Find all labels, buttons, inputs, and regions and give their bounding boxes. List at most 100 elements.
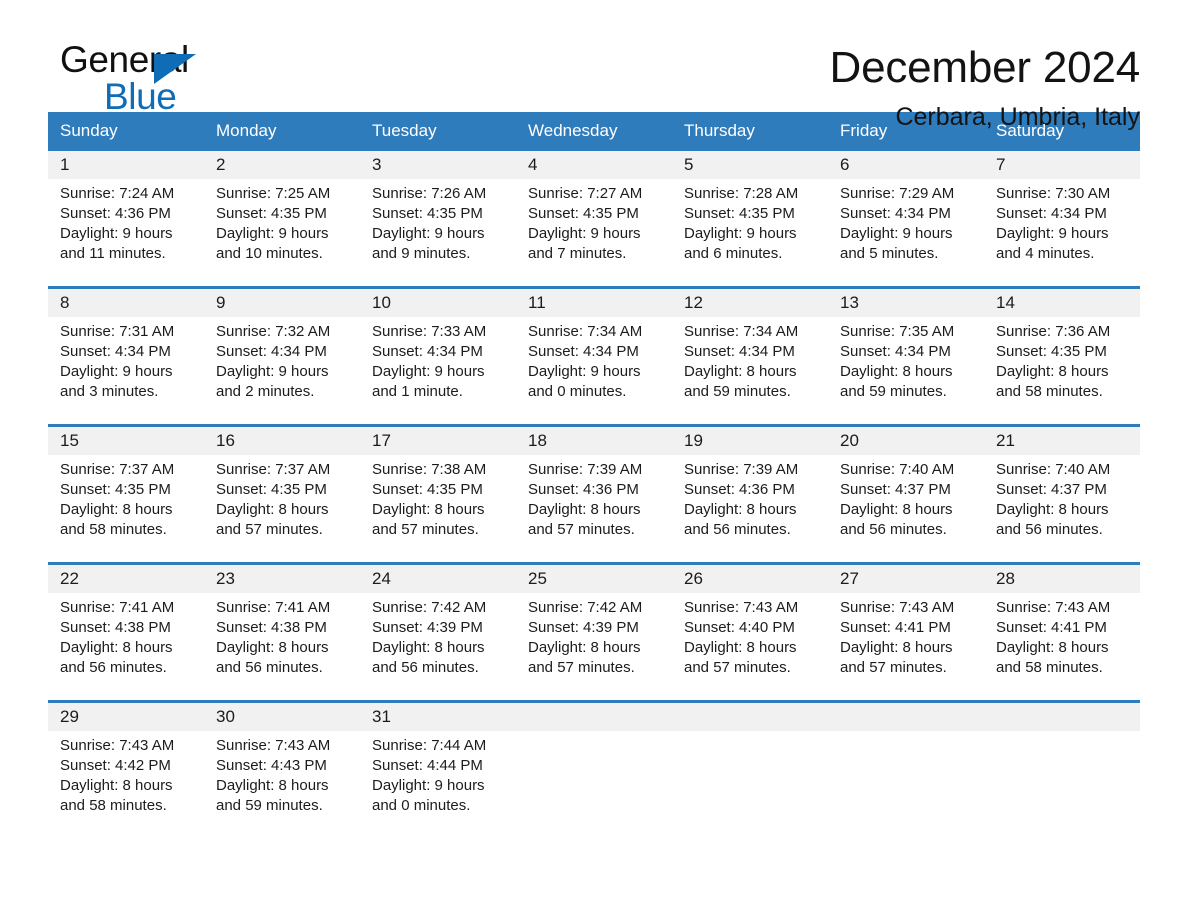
- calendar-day-cell[interactable]: 15 Sunrise: 7:37 AM Sunset: 4:35 PM Dayligh…: [48, 427, 204, 551]
- sunset-text: Sunset: 4:41 PM: [840, 619, 951, 636]
- sunset-text: Sunset: 4:35 PM: [216, 205, 327, 222]
- calendar-day-cell[interactable]: 18 Sunrise: 7:39 AM Sunset: 4:36 PM Dayligh…: [516, 427, 672, 551]
- daylight-text-line1: Daylight: 9 hours: [372, 777, 485, 794]
- generalblue-logo[interactable]: General Blue: [48, 40, 248, 116]
- calendar-day-cell-empty: [516, 703, 672, 827]
- daylight-text-line1: Daylight: 9 hours: [216, 363, 329, 380]
- page-header: General Blue December 2024 Cerbara, Umbr…: [48, 0, 1141, 132]
- day-number: 25: [528, 569, 547, 588]
- calendar-day-cell[interactable]: 30 Sunrise: 7:43 AM Sunset: 4:43 PM Dayligh…: [204, 703, 360, 827]
- calendar-day-cell[interactable]: 27 Sunrise: 7:43 AM Sunset: 4:41 PM Dayligh…: [828, 565, 984, 689]
- sunrise-text: Sunrise: 7:44 AM: [372, 737, 487, 754]
- daylight-text-line2: and 7 minutes.: [528, 245, 627, 262]
- day-number-bar: 6: [828, 151, 984, 179]
- calendar-day-cell[interactable]: 28 Sunrise: 7:43 AM Sunset: 4:41 PM Dayligh…: [984, 565, 1140, 689]
- calendar-day-cell[interactable]: 9 Sunrise: 7:32 AM Sunset: 4:34 PM Daylight…: [204, 289, 360, 413]
- sunset-text: Sunset: 4:39 PM: [528, 619, 639, 636]
- calendar-day-cell-empty: [984, 703, 1140, 827]
- daylight-text-line2: and 10 minutes.: [216, 245, 323, 262]
- daylight-text-line2: and 11 minutes.: [60, 245, 166, 262]
- sunrise-text: Sunrise: 7:29 AM: [840, 185, 955, 202]
- calendar-day-cell[interactable]: 22 Sunrise: 7:41 AM Sunset: 4:38 PM Dayligh…: [48, 565, 204, 689]
- day-number: 16: [216, 431, 235, 450]
- daylight-text-line1: Daylight: 9 hours: [216, 225, 329, 242]
- day-number-bar: 26: [672, 565, 828, 593]
- day-number: 22: [60, 569, 79, 588]
- calendar-day-cell-empty: [828, 703, 984, 827]
- sunset-text: Sunset: 4:35 PM: [372, 205, 483, 222]
- calendar-day-cell[interactable]: 31 Sunrise: 7:44 AM Sunset: 4:44 PM Dayligh…: [360, 703, 516, 827]
- calendar-day-cell[interactable]: 13 Sunrise: 7:35 AM Sunset: 4:34 PM Dayligh…: [828, 289, 984, 413]
- daylight-text-line2: and 9 minutes.: [372, 245, 471, 262]
- calendar-day-cell[interactable]: 23 Sunrise: 7:41 AM Sunset: 4:38 PM Dayligh…: [204, 565, 360, 689]
- calendar-day-cell[interactable]: 8 Sunrise: 7:31 AM Sunset: 4:34 PM Daylight…: [48, 289, 204, 413]
- day-number-bar: 23: [204, 565, 360, 593]
- day-number: 14: [996, 293, 1015, 312]
- day-number-bar: 1: [48, 151, 204, 179]
- calendar-day-cell[interactable]: 7 Sunrise: 7:30 AM Sunset: 4:34 PM Daylight…: [984, 151, 1140, 275]
- day-number-bar: [672, 703, 828, 731]
- day-number: 15: [60, 431, 79, 450]
- calendar-day-cell[interactable]: 26 Sunrise: 7:43 AM Sunset: 4:40 PM Dayligh…: [672, 565, 828, 689]
- calendar-day-cell[interactable]: 19 Sunrise: 7:39 AM Sunset: 4:36 PM Dayligh…: [672, 427, 828, 551]
- daylight-text-line1: Daylight: 8 hours: [60, 639, 173, 656]
- calendar-day-cell[interactable]: 3 Sunrise: 7:26 AM Sunset: 4:35 PM Daylight…: [360, 151, 516, 275]
- day-number-bar: [828, 703, 984, 731]
- calendar-day-cell[interactable]: 1 Sunrise: 7:24 AM Sunset: 4:36 PM Daylight…: [48, 151, 204, 275]
- calendar-day-cell[interactable]: 5 Sunrise: 7:28 AM Sunset: 4:35 PM Daylight…: [672, 151, 828, 275]
- daylight-text-line2: and 56 minutes.: [996, 521, 1103, 538]
- day-details: Sunrise: 7:42 AM Sunset: 4:39 PM Daylight:…: [516, 593, 672, 678]
- sunrise-text: Sunrise: 7:41 AM: [216, 599, 331, 616]
- daylight-text-line1: Daylight: 9 hours: [528, 363, 641, 380]
- daylight-text-line2: and 56 minutes.: [840, 521, 947, 538]
- sunrise-text: Sunrise: 7:34 AM: [684, 323, 799, 340]
- daylight-text-line1: Daylight: 9 hours: [840, 225, 953, 242]
- daylight-text-line1: Daylight: 8 hours: [216, 639, 329, 656]
- calendar-day-cell[interactable]: 17 Sunrise: 7:38 AM Sunset: 4:35 PM Dayligh…: [360, 427, 516, 551]
- calendar-day-cell[interactable]: 14 Sunrise: 7:36 AM Sunset: 4:35 PM Dayligh…: [984, 289, 1140, 413]
- daylight-text-line1: Daylight: 8 hours: [996, 501, 1109, 518]
- calendar-day-cell[interactable]: 16 Sunrise: 7:37 AM Sunset: 4:35 PM Dayligh…: [204, 427, 360, 551]
- sunrise-text: Sunrise: 7:24 AM: [60, 185, 175, 202]
- calendar-day-cell[interactable]: 4 Sunrise: 7:27 AM Sunset: 4:35 PM Daylight…: [516, 151, 672, 275]
- calendar-day-cell[interactable]: 24 Sunrise: 7:42 AM Sunset: 4:39 PM Dayligh…: [360, 565, 516, 689]
- day-details: Sunrise: 7:29 AM Sunset: 4:34 PM Daylight:…: [828, 179, 984, 264]
- day-number-bar: 30: [204, 703, 360, 731]
- calendar-day-cell[interactable]: 29 Sunrise: 7:43 AM Sunset: 4:42 PM Dayligh…: [48, 703, 204, 827]
- calendar-day-cell[interactable]: 11 Sunrise: 7:34 AM Sunset: 4:34 PM Dayligh…: [516, 289, 672, 413]
- day-details: Sunrise: 7:43 AM Sunset: 4:40 PM Daylight:…: [672, 593, 828, 678]
- weeks-container: 1 Sunrise: 7:24 AM Sunset: 4:36 PM Daylight…: [48, 151, 1140, 827]
- daylight-text-line2: and 57 minutes.: [372, 521, 479, 538]
- day-number-bar: 14: [984, 289, 1140, 317]
- daylight-text-line1: Daylight: 8 hours: [60, 501, 173, 518]
- day-number-bar: [516, 703, 672, 731]
- day-details: Sunrise: 7:42 AM Sunset: 4:39 PM Daylight:…: [360, 593, 516, 678]
- calendar-day-cell[interactable]: 25 Sunrise: 7:42 AM Sunset: 4:39 PM Dayligh…: [516, 565, 672, 689]
- calendar-day-cell[interactable]: 10 Sunrise: 7:33 AM Sunset: 4:34 PM Dayligh…: [360, 289, 516, 413]
- page-title: December 2024: [829, 43, 1141, 92]
- sunset-text: Sunset: 4:35 PM: [216, 481, 327, 498]
- day-details: Sunrise: 7:39 AM Sunset: 4:36 PM Daylight:…: [516, 455, 672, 540]
- day-number-bar: 24: [360, 565, 516, 593]
- day-number: 26: [684, 569, 703, 588]
- day-number: 10: [372, 293, 391, 312]
- sunrise-text: Sunrise: 7:43 AM: [216, 737, 331, 754]
- calendar-day-cell[interactable]: 20 Sunrise: 7:40 AM Sunset: 4:37 PM Dayligh…: [828, 427, 984, 551]
- day-details: Sunrise: 7:35 AM Sunset: 4:34 PM Daylight:…: [828, 317, 984, 402]
- calendar-day-cell[interactable]: 21 Sunrise: 7:40 AM Sunset: 4:37 PM Dayligh…: [984, 427, 1140, 551]
- calendar-day-cell[interactable]: 2 Sunrise: 7:25 AM Sunset: 4:35 PM Daylight…: [204, 151, 360, 275]
- sunset-text: Sunset: 4:34 PM: [840, 343, 951, 360]
- daylight-text-line1: Daylight: 9 hours: [60, 225, 173, 242]
- day-details: Sunrise: 7:34 AM Sunset: 4:34 PM Daylight:…: [672, 317, 828, 402]
- sunset-text: Sunset: 4:41 PM: [996, 619, 1107, 636]
- sunrise-text: Sunrise: 7:38 AM: [372, 461, 487, 478]
- sunset-text: Sunset: 4:34 PM: [216, 343, 327, 360]
- calendar-day-cell[interactable]: 6 Sunrise: 7:29 AM Sunset: 4:34 PM Daylight…: [828, 151, 984, 275]
- sunrise-text: Sunrise: 7:37 AM: [216, 461, 331, 478]
- calendar-day-cell[interactable]: 12 Sunrise: 7:34 AM Sunset: 4:34 PM Dayligh…: [672, 289, 828, 413]
- day-number: 28: [996, 569, 1015, 588]
- calendar-day-cell-empty: [672, 703, 828, 827]
- day-number-bar: 10: [360, 289, 516, 317]
- sunset-text: Sunset: 4:35 PM: [60, 481, 171, 498]
- day-details: [828, 731, 984, 736]
